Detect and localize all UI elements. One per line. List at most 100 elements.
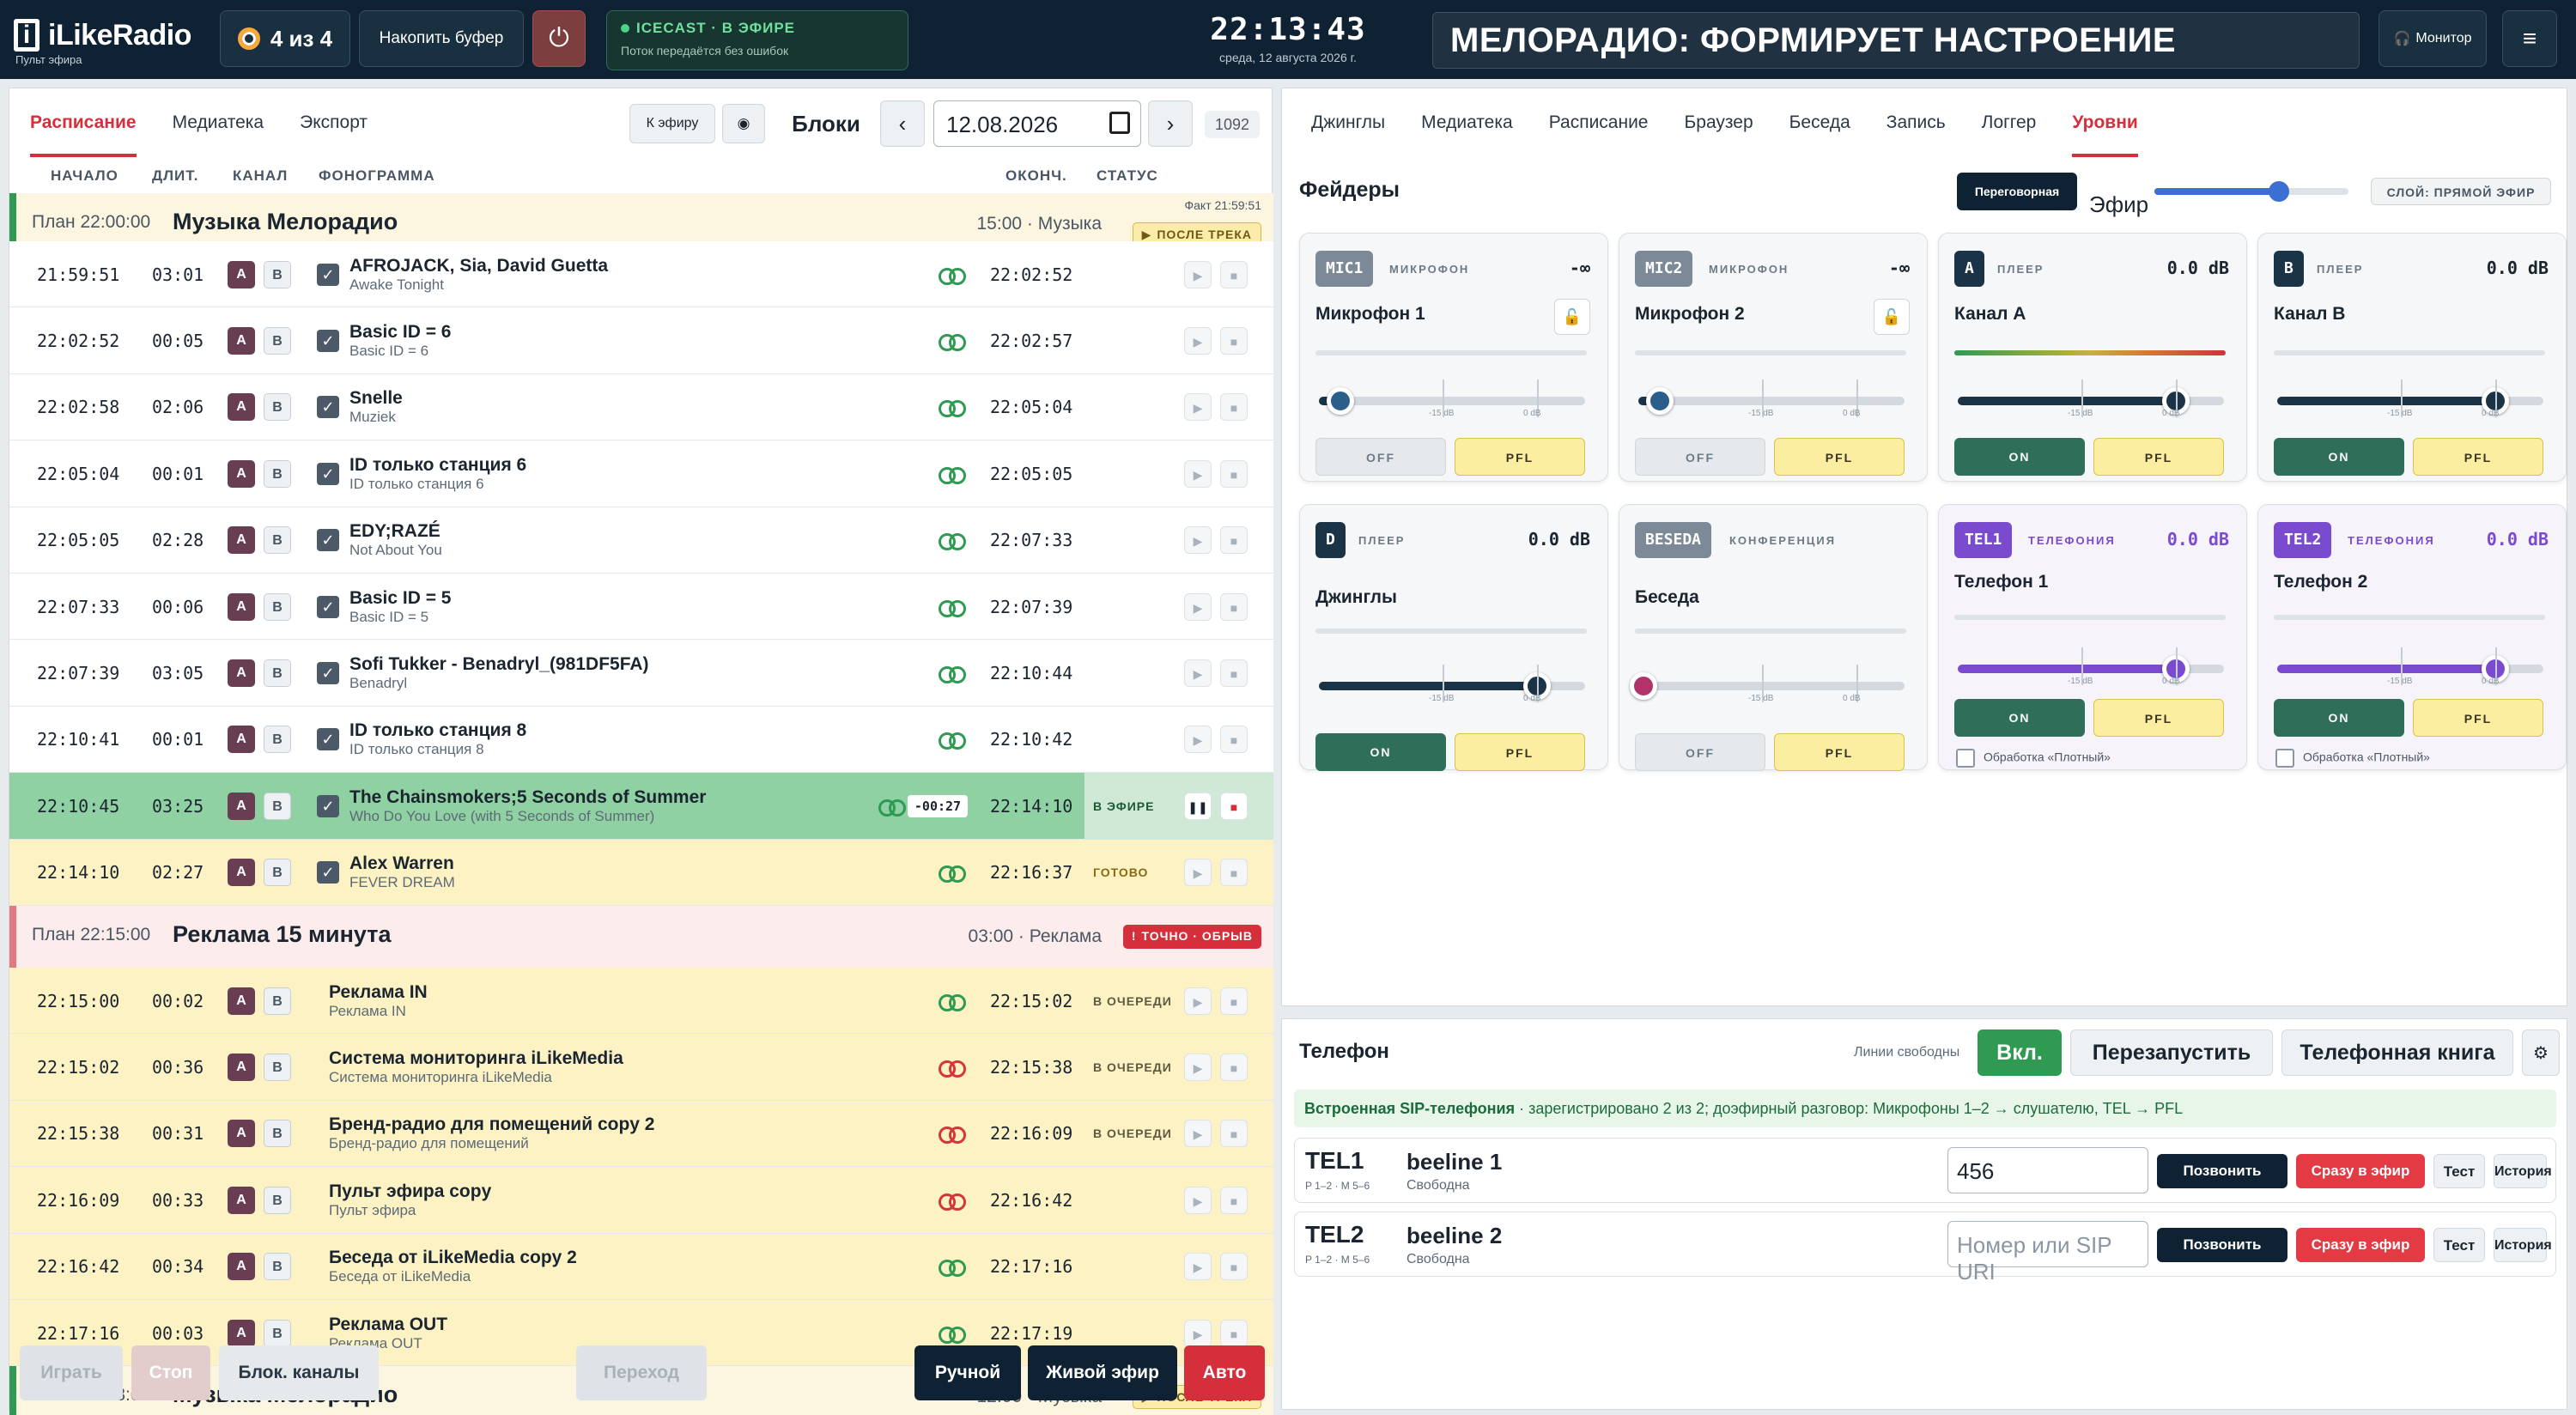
stop-icon[interactable]: ■ bbox=[1220, 659, 1248, 688]
test-button[interactable]: Тест bbox=[2433, 1228, 2485, 1262]
stop-icon[interactable]: ■ bbox=[1220, 592, 1248, 621]
stop-button[interactable]: Стоп bbox=[131, 1345, 210, 1400]
table-row[interactable]: 22:10:41 00:01 A B ✓ ID только станция 8 ID то… bbox=[9, 706, 1273, 774]
pfl-button[interactable]: PFL bbox=[2093, 438, 2224, 476]
stop-icon[interactable]: ■ bbox=[1220, 859, 1248, 887]
on-off-button[interactable]: ON bbox=[1954, 438, 2085, 476]
prev-day-button[interactable]: ‹ bbox=[880, 100, 925, 147]
tab-media[interactable]: Медиатека bbox=[173, 88, 264, 157]
tab-levels[interactable]: Уровни bbox=[2072, 88, 2139, 157]
blocks-button[interactable]: Блоки bbox=[772, 104, 880, 143]
fader-track[interactable] bbox=[1319, 387, 1585, 415]
table-row[interactable]: 22:14:10 02:27 A B ✓ Alex Warren FEVER DREAM 22… bbox=[9, 839, 1273, 906]
fader-track[interactable] bbox=[2277, 655, 2543, 683]
stop-icon[interactable]: ■ bbox=[1220, 526, 1248, 555]
table-row[interactable]: 22:07:39 03:05 A B ✓ Sofi Tukker - Benadryl_(… bbox=[9, 640, 1273, 707]
menu-icon[interactable]: ≡ bbox=[2502, 10, 2557, 67]
auto-button[interactable]: Авто bbox=[1184, 1345, 1265, 1400]
link-icon[interactable] bbox=[939, 1127, 966, 1145]
tab-schedule[interactable]: Расписание bbox=[30, 88, 137, 157]
table-row[interactable]: 22:02:52 00:05 A B ✓ Basic ID = 6 Basic ID = 6… bbox=[9, 307, 1273, 374]
pfl-button[interactable]: PFL bbox=[1774, 733, 1905, 771]
power-icon[interactable]: ⏻ bbox=[532, 10, 586, 67]
play-icon[interactable]: ▶ bbox=[1184, 1120, 1212, 1148]
channel-b-badge[interactable]: B bbox=[264, 327, 291, 355]
channel-a-badge[interactable]: A bbox=[228, 1253, 255, 1281]
pfl-button[interactable]: PFL bbox=[2413, 438, 2543, 476]
call-button[interactable]: Позвонить bbox=[2157, 1228, 2287, 1262]
monitor-button[interactable]: 🎧 Монитор bbox=[2379, 10, 2487, 67]
channel-b-badge[interactable]: B bbox=[264, 1253, 291, 1281]
tab-logger[interactable]: Логгер bbox=[1982, 88, 2037, 157]
fader-track[interactable] bbox=[1319, 672, 1585, 700]
row-checkbox[interactable]: ✓ bbox=[317, 396, 339, 419]
play-icon[interactable]: ▶ bbox=[1184, 1186, 1212, 1214]
pause-icon[interactable]: ❚❚ bbox=[1184, 792, 1212, 820]
play-icon[interactable]: ▶ bbox=[1184, 260, 1212, 288]
tab-export[interactable]: Экспорт bbox=[300, 88, 368, 157]
tab-media[interactable]: Медиатека bbox=[1421, 88, 1513, 157]
link-icon[interactable] bbox=[939, 400, 966, 418]
stop-icon[interactable]: ■ bbox=[1220, 459, 1248, 488]
channel-b-badge[interactable]: B bbox=[264, 526, 291, 555]
table-row[interactable]: 22:15:00 00:02 A B Реклама IN Реклама IN 22:15… bbox=[9, 968, 1273, 1035]
channel-b-badge[interactable]: B bbox=[264, 260, 291, 288]
table-row[interactable]: 22:10:45 03:25 A B ✓ The Chainsmokers;5 Secon… bbox=[9, 773, 1273, 840]
stop-icon[interactable]: ■ bbox=[1220, 393, 1248, 422]
channel-b-badge[interactable]: B bbox=[264, 1054, 291, 1082]
fader-track[interactable] bbox=[1638, 387, 1905, 415]
pfl-button[interactable]: PFL bbox=[1774, 438, 1905, 476]
manual-button[interactable]: Ручной bbox=[914, 1345, 1021, 1400]
link-icon[interactable] bbox=[939, 533, 966, 551]
channel-a-badge[interactable]: A bbox=[228, 260, 255, 288]
phone-on-button[interactable]: Вкл. bbox=[1978, 1029, 2062, 1076]
channel-b-badge[interactable]: B bbox=[264, 1319, 291, 1347]
play-icon[interactable]: ▶ bbox=[1184, 726, 1212, 754]
transition-button[interactable]: Переход bbox=[576, 1345, 707, 1400]
to-air-button[interactable]: К эфиру bbox=[629, 104, 715, 143]
eye-icon[interactable]: ◉ bbox=[722, 104, 765, 143]
channel-b-badge[interactable]: B bbox=[264, 859, 291, 887]
talkback-button[interactable]: Переговорная bbox=[1957, 173, 2077, 210]
pfl-button[interactable]: PFL bbox=[1455, 438, 1585, 476]
channel-b-badge[interactable]: B bbox=[264, 792, 291, 820]
channel-b-badge[interactable]: B bbox=[264, 592, 291, 621]
fader-track[interactable] bbox=[1630, 672, 1905, 700]
processing-checkbox[interactable]: Обработка «Плотный» bbox=[2275, 749, 2430, 768]
live-air-button[interactable]: Живой эфир bbox=[1028, 1345, 1177, 1400]
table-row[interactable]: 22:15:02 00:36 A B Система мониторинга iLike… bbox=[9, 1034, 1273, 1101]
phonebook-button[interactable]: Телефонная книга bbox=[2281, 1029, 2513, 1076]
pfl-button[interactable]: PFL bbox=[1455, 733, 1585, 771]
link-icon[interactable] bbox=[939, 993, 966, 1011]
on-off-button[interactable]: OFF bbox=[1635, 733, 1765, 771]
channel-a-badge[interactable]: A bbox=[228, 393, 255, 422]
air-slider-knob[interactable] bbox=[2268, 181, 2289, 202]
link-icon[interactable] bbox=[939, 1326, 966, 1344]
on-off-button[interactable]: ON bbox=[1315, 733, 1446, 771]
to-air-now-button[interactable]: Сразу в эфир bbox=[2296, 1228, 2425, 1262]
link-icon[interactable] bbox=[939, 599, 966, 617]
link-icon[interactable] bbox=[939, 334, 966, 352]
play-icon[interactable]: ▶ bbox=[1184, 859, 1212, 887]
play-icon[interactable]: ▶ bbox=[1184, 459, 1212, 488]
play-button[interactable]: Играть bbox=[20, 1345, 123, 1400]
restart-button[interactable]: Перезапустить bbox=[2070, 1029, 2273, 1076]
stop-icon[interactable]: ■ bbox=[1220, 1120, 1248, 1148]
channel-a-badge[interactable]: A bbox=[228, 987, 255, 1015]
row-checkbox[interactable]: ✓ bbox=[317, 794, 339, 817]
checkbox-icon[interactable] bbox=[1956, 749, 1975, 768]
link-icon[interactable] bbox=[878, 799, 906, 817]
table-row[interactable]: 22:02:58 02:06 A B ✓ Snelle Muziek 22:05:04 ▶ ■ bbox=[9, 373, 1273, 441]
buffer-button[interactable]: Накопить буфер bbox=[359, 10, 524, 67]
table-row[interactable]: 22:16:09 00:33 A B Пульт эфира copy Пульт эфи… bbox=[9, 1167, 1273, 1234]
channel-a-badge[interactable]: A bbox=[228, 327, 255, 355]
stop-icon[interactable]: ■ bbox=[1220, 260, 1248, 288]
link-icon[interactable] bbox=[939, 466, 966, 484]
play-icon[interactable]: ▶ bbox=[1184, 526, 1212, 555]
processing-checkbox[interactable]: Обработка «Плотный» bbox=[1956, 749, 2111, 768]
row-checkbox[interactable]: ✓ bbox=[317, 728, 339, 751]
on-off-button[interactable]: ON bbox=[2274, 699, 2404, 737]
channel-a-badge[interactable]: A bbox=[228, 1120, 255, 1148]
tab-talk[interactable]: Беседа bbox=[1789, 88, 1850, 157]
channel-b-badge[interactable]: B bbox=[264, 987, 291, 1015]
